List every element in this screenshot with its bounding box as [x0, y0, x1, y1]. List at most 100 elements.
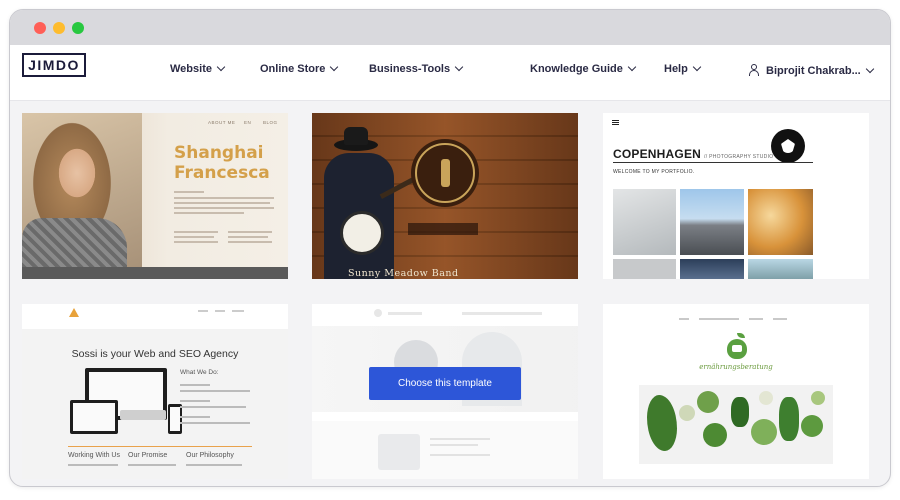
- text-line: [180, 400, 210, 402]
- banjo-image: [340, 211, 384, 255]
- portfolio-photo: [680, 189, 744, 255]
- agency-logo-icon: [69, 308, 79, 317]
- text-line: [430, 438, 490, 440]
- text-line: [180, 416, 210, 418]
- keyboard: [120, 410, 166, 420]
- hamburger-menu-icon: [612, 120, 619, 125]
- close-window-dot[interactable]: [34, 22, 46, 34]
- text-line: [174, 231, 218, 233]
- template-card-nutrition[interactable]: ernährungsberatung: [603, 304, 869, 479]
- text-line: [174, 236, 214, 238]
- template-card-hovered[interactable]: Choose this template: [312, 304, 578, 479]
- text-line: [228, 231, 272, 233]
- browser-window: JIMDO Website Online Store Business-Tool…: [9, 9, 891, 487]
- template-card-band[interactable]: Sunny Meadow Band: [312, 113, 578, 279]
- hero-button: [408, 223, 478, 235]
- template-card-agency[interactable]: Sossi is your Web and SEO Agency What We…: [22, 304, 288, 479]
- heading-rule: [613, 162, 813, 163]
- nav-business-tools-label: Business-Tools: [369, 63, 451, 75]
- menu-line: [388, 312, 422, 315]
- menu-line: [679, 318, 689, 320]
- text-line: [180, 390, 250, 392]
- phone-device: [168, 404, 182, 434]
- template-card-shanghai[interactable]: ABOUT ME EN BLOG Shanghai Francesca: [22, 113, 288, 279]
- menu-line: [749, 318, 763, 320]
- template-title: Shanghai Francesca: [174, 143, 270, 183]
- logo-dot: [374, 309, 382, 317]
- nav-online-store-label: Online Store: [260, 63, 326, 75]
- title-line-1: Shanghai: [174, 143, 264, 163]
- template-menu-item: EN: [244, 120, 252, 125]
- menu-line: [462, 312, 542, 315]
- menu-line: [198, 310, 208, 312]
- nav-knowledge-guide-label: Knowledge Guide: [530, 63, 623, 75]
- portfolio-photo: [680, 259, 744, 279]
- nav-knowledge-guide[interactable]: Knowledge Guide: [530, 62, 637, 75]
- user-name: Biprojit Chakrab...: [766, 65, 861, 77]
- tablet-device: [70, 400, 118, 434]
- leaf-icon: [737, 333, 745, 338]
- nav-website[interactable]: Website: [170, 62, 226, 75]
- nav-business-tools[interactable]: Business-Tools: [369, 62, 464, 75]
- text-line: [174, 212, 244, 214]
- menu-line: [699, 318, 739, 320]
- chevron-down-icon: [330, 62, 339, 72]
- template-menu-item: ABOUT ME: [208, 120, 236, 125]
- template-heading: COPENHAGEN// PHOTOGRAPHY STUDIO: [613, 147, 773, 161]
- text-line: [180, 406, 246, 408]
- text-line: [174, 191, 204, 193]
- text-line: [186, 464, 242, 466]
- text-line: [430, 454, 490, 456]
- welcome-text: WELCOME TO MY PORTFOLIO.: [613, 169, 695, 175]
- user-icon: [749, 64, 759, 76]
- text-line: [68, 464, 118, 466]
- template-menu-item: BLOG: [263, 120, 278, 125]
- hat-top: [344, 127, 368, 145]
- text-line: [174, 241, 218, 243]
- text-line: [174, 197, 274, 199]
- text-line: [228, 236, 268, 238]
- chevron-down-icon: [454, 62, 464, 72]
- nutrition-brand: ernährungsberatung: [699, 363, 773, 371]
- nav-help[interactable]: Help: [664, 62, 702, 75]
- guitar-badge-logo: [415, 143, 475, 203]
- heading-text: COPENHAGEN: [613, 147, 702, 161]
- band-caption: Sunny Meadow Band: [348, 268, 459, 279]
- chevron-down-icon: [865, 64, 874, 74]
- menu-line: [773, 318, 787, 320]
- footer-strip: [22, 267, 288, 279]
- title-bar: [10, 10, 890, 45]
- template-card-copenhagen[interactable]: COPENHAGEN// PHOTOGRAPHY STUDIO WELCOME …: [603, 113, 869, 279]
- choose-template-button[interactable]: Choose this template: [369, 367, 521, 400]
- chevron-down-icon: [216, 62, 226, 72]
- vegetables-image: [639, 385, 833, 464]
- title-line-2: Francesca: [174, 163, 270, 183]
- portfolio-photo: [748, 189, 813, 255]
- portfolio-photo: [748, 259, 813, 279]
- nav-help-label: Help: [664, 63, 688, 75]
- agency-headline: Sossi is your Web and SEO Agency: [71, 348, 239, 360]
- nav-online-store[interactable]: Online Store: [260, 62, 339, 75]
- portfolio-photo: [613, 259, 676, 279]
- portfolio-photo: [613, 189, 676, 255]
- text-line: [228, 241, 272, 243]
- faded-image: [378, 434, 420, 470]
- jimdo-logo[interactable]: JIMDO: [22, 53, 86, 77]
- text-line: [430, 444, 478, 446]
- text-line: [128, 464, 176, 466]
- footer-col-title: Our Philosophy: [186, 452, 234, 459]
- aperture-logo-icon: [771, 129, 805, 163]
- apple-logo-icon: [727, 339, 747, 359]
- text-line: [174, 202, 270, 204]
- subheading-text: // PHOTOGRAPHY STUDIO: [704, 154, 774, 160]
- menu-line: [232, 310, 244, 312]
- top-navigation: JIMDO Website Online Store Business-Tool…: [10, 45, 890, 101]
- minimize-window-dot[interactable]: [53, 22, 65, 34]
- nav-website-label: Website: [170, 63, 212, 75]
- maximize-window-dot[interactable]: [72, 22, 84, 34]
- footer-col-title: Our Promise: [128, 452, 168, 459]
- side-title: What We Do:: [180, 369, 219, 376]
- chevron-down-icon: [627, 62, 637, 72]
- faded-content: [312, 421, 578, 479]
- user-menu[interactable]: Biprojit Chakrab...: [749, 63, 874, 77]
